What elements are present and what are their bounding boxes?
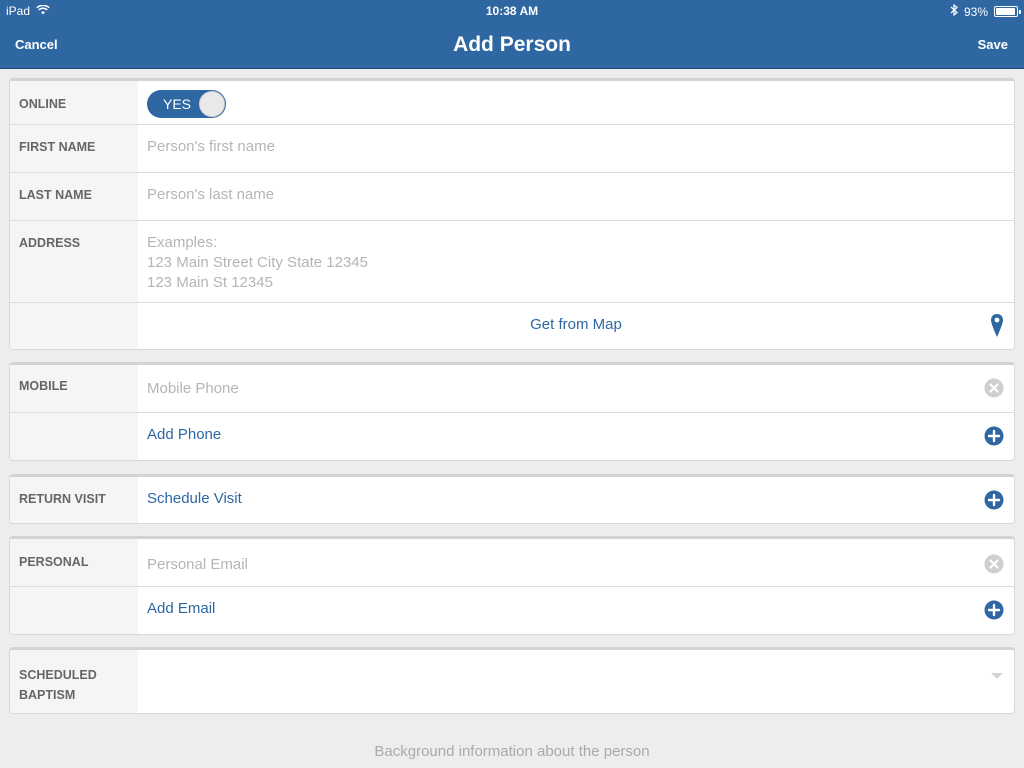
add-icon[interactable] xyxy=(984,490,1004,515)
last-name-row: LAST NAME Person's last name xyxy=(10,173,1014,221)
address-row: ADDRESS Examples: 123 Main Street City S… xyxy=(10,221,1014,303)
first-name-placeholder: Person's first name xyxy=(147,138,275,155)
mobile-placeholder: Mobile Phone xyxy=(147,380,239,397)
scheduled-baptism-picker[interactable] xyxy=(138,650,1014,713)
clear-icon[interactable] xyxy=(984,378,1004,403)
get-from-map-row: Get from Map xyxy=(10,303,1014,349)
last-name-field[interactable]: Person's last name xyxy=(138,173,1014,220)
address-placeholder-line: 123 Main St 12345 xyxy=(147,274,273,291)
add-email-label: Add Email xyxy=(147,600,216,617)
add-phone-label: Add Phone xyxy=(147,426,222,443)
first-name-label: FIRST NAME xyxy=(10,125,138,172)
add-phone-row: Add Phone xyxy=(10,413,1014,460)
address-label: ADDRESS xyxy=(10,221,138,302)
page-title: Add Person xyxy=(453,33,571,56)
personal-label: PERSONAL xyxy=(10,539,138,586)
scheduled-baptism-label-line: BAPTISM xyxy=(19,688,76,702)
mobile-field[interactable]: Mobile Phone xyxy=(138,365,1014,412)
personal-email-field[interactable]: Personal Email xyxy=(138,539,1014,586)
mobile-label: MOBILE xyxy=(10,365,138,412)
last-name-label: LAST NAME xyxy=(10,173,138,220)
scheduled-baptism-label-line: SCHEDULED xyxy=(19,668,97,682)
save-button[interactable]: Save xyxy=(978,37,1008,52)
return-visit-row: RETURN VISIT Schedule Visit xyxy=(10,477,1014,523)
add-phone-button[interactable]: Add Phone xyxy=(138,413,1014,460)
phone-group: MOBILE Mobile Phone Add Phone xyxy=(9,362,1015,461)
online-toggle-label: YES xyxy=(163,96,192,112)
personal-email-row: PERSONAL Personal Email xyxy=(10,539,1014,587)
mobile-row: MOBILE Mobile Phone xyxy=(10,365,1014,413)
basic-info-group: ONLINE YES FIRST NAME Person's first nam… xyxy=(9,78,1015,350)
return-visit-label: RETURN VISIT xyxy=(10,477,138,523)
clear-icon[interactable] xyxy=(984,554,1004,579)
get-from-map-label: Get from Map xyxy=(530,316,622,333)
bluetooth-icon xyxy=(950,3,958,19)
address-field[interactable]: Examples: 123 Main Street City State 123… xyxy=(138,221,1014,302)
get-from-map-button[interactable]: Get from Map xyxy=(138,303,1014,349)
status-bar: iPad 10:38 AM 93% xyxy=(0,0,1024,22)
add-icon[interactable] xyxy=(984,426,1004,451)
battery-icon xyxy=(994,6,1021,17)
background-info-heading: Background information about the person xyxy=(374,743,650,760)
personal-email-placeholder: Personal Email xyxy=(147,556,248,573)
status-time: 10:38 AM xyxy=(485,4,539,18)
online-toggle[interactable]: YES xyxy=(147,90,226,118)
add-email-row: Add Email xyxy=(10,587,1014,634)
scheduled-baptism-label: SCHEDULED BAPTISM xyxy=(10,650,138,713)
map-pin-icon xyxy=(990,313,1004,344)
address-placeholder-line: Examples: xyxy=(147,234,218,251)
battery-percent: 93% xyxy=(963,4,988,19)
add-icon[interactable] xyxy=(984,600,1004,625)
add-email-button[interactable]: Add Email xyxy=(138,587,1014,634)
navigation-bar: Cancel Add Person Save xyxy=(0,22,1024,69)
baptism-group: SCHEDULED BAPTISM xyxy=(9,647,1015,714)
scheduled-baptism-row: SCHEDULED BAPTISM xyxy=(10,650,1014,713)
address-placeholder-line: 123 Main Street City State 12345 xyxy=(147,254,368,271)
first-name-row: FIRST NAME Person's first name xyxy=(10,125,1014,173)
last-name-placeholder: Person's last name xyxy=(147,186,275,203)
first-name-field[interactable]: Person's first name xyxy=(138,125,1014,172)
battery-fill xyxy=(996,8,1015,15)
return-visit-group: RETURN VISIT Schedule Visit xyxy=(9,474,1015,524)
email-group: PERSONAL Personal Email Add Email xyxy=(9,536,1015,635)
dropdown-arrow-icon xyxy=(990,668,1004,686)
toggle-knob xyxy=(199,91,225,117)
online-label: ONLINE xyxy=(10,81,138,124)
schedule-visit-button[interactable]: Schedule Visit xyxy=(138,477,1014,523)
schedule-visit-label: Schedule Visit xyxy=(147,490,242,507)
online-row: ONLINE YES xyxy=(10,81,1014,125)
